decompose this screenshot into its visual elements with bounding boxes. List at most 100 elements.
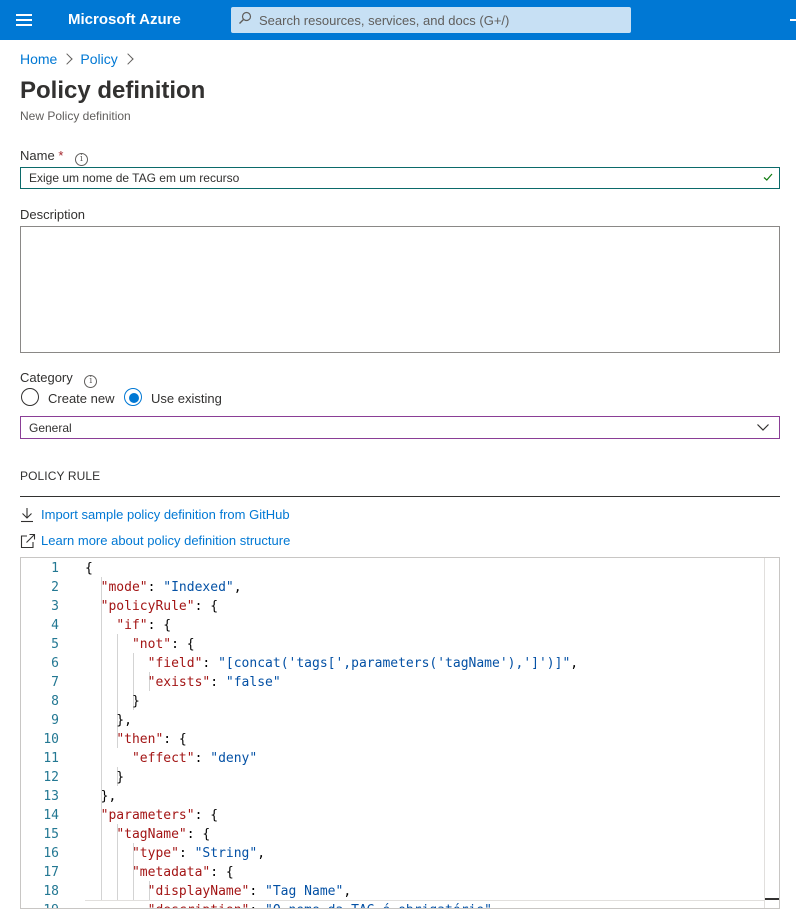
code-line[interactable]: 12 } — [21, 768, 761, 787]
learn-more-link-text[interactable]: Learn more about policy definition struc… — [41, 533, 290, 548]
brand-title[interactable]: Microsoft Azure — [68, 11, 181, 28]
breadcrumb: Home Policy — [20, 51, 141, 67]
description-label: Description — [20, 207, 86, 222]
search-input[interactable] — [259, 7, 624, 33]
radio-checked-icon[interactable] — [124, 388, 142, 406]
code-line[interactable]: 13 }, — [21, 787, 761, 806]
line-number: 15 — [43, 827, 59, 842]
code-text[interactable]: }, — [85, 711, 132, 730]
code-line[interactable]: 16 "type": "String", — [21, 844, 761, 863]
radio-create-new-label: Create new — [48, 391, 115, 406]
page-subtitle: New Policy definition — [20, 109, 131, 123]
code-line[interactable]: 3 "policyRule": { — [21, 597, 761, 616]
code-line[interactable]: 11 "effect": "deny" — [21, 749, 761, 768]
name-input[interactable] — [21, 168, 772, 188]
code-text[interactable]: "metadata": { — [85, 863, 234, 882]
code-text[interactable]: "tagName": { — [85, 825, 210, 844]
editor-horizontal-rule — [85, 900, 765, 901]
category-selected-value: General — [29, 421, 72, 435]
code-line[interactable]: 10 "then": { — [21, 730, 761, 749]
code-line[interactable]: 17 "metadata": { — [21, 863, 761, 882]
code-text[interactable]: "if": { — [85, 616, 171, 635]
editor-scrollbar[interactable] — [764, 558, 779, 908]
name-label: Name * i — [20, 148, 88, 166]
line-number: 16 — [43, 846, 59, 861]
code-text[interactable]: "type": "String", — [85, 844, 265, 863]
line-number: 8 — [51, 694, 59, 709]
line-number: 7 — [51, 675, 59, 690]
code-text[interactable]: "field": "[concat('tags[',parameters('ta… — [85, 654, 578, 673]
scrollbar-position-marker[interactable] — [765, 898, 779, 900]
code-text[interactable]: } — [85, 692, 140, 711]
chevron-right-icon — [61, 53, 74, 65]
code-line[interactable]: 8 } — [21, 692, 761, 711]
info-icon[interactable]: i — [84, 375, 98, 388]
breadcrumb-home[interactable]: Home — [20, 51, 57, 67]
code-text[interactable]: "policyRule": { — [85, 597, 218, 616]
radio-unchecked-icon[interactable] — [21, 388, 39, 406]
overflow-icon[interactable] — [790, 19, 796, 21]
info-icon[interactable]: i — [75, 153, 88, 166]
category-dropdown[interactable]: General — [20, 416, 780, 439]
chevron-down-icon — [757, 424, 769, 431]
hamburger-menu-icon[interactable] — [16, 13, 32, 27]
policy-code-editor[interactable]: 1{2 "mode": "Indexed", 3 "policyRule": {4… — [20, 557, 780, 909]
code-text[interactable]: }, — [85, 787, 117, 806]
code-line[interactable]: 9 }, — [21, 711, 761, 730]
code-text[interactable]: "effect": "deny" — [85, 749, 257, 768]
name-field[interactable] — [20, 167, 780, 189]
line-number: 14 — [43, 808, 59, 823]
import-sample-link-text[interactable]: Import sample policy definition from Git… — [41, 507, 290, 522]
code-line[interactable]: 6 "field": "[concat('tags[',parameters('… — [21, 654, 761, 673]
checkmark-icon — [763, 173, 773, 181]
chevron-right-icon — [122, 53, 134, 65]
line-number: 17 — [43, 865, 59, 880]
line-number: 13 — [43, 789, 59, 804]
line-number: 10 — [43, 732, 59, 747]
code-text[interactable]: "then": { — [85, 730, 186, 749]
line-number: 5 — [51, 637, 59, 652]
code-text[interactable]: "not": { — [85, 635, 195, 654]
code-text[interactable]: "mode": "Indexed", — [85, 578, 242, 597]
line-number: 18 — [43, 884, 59, 899]
page-title: Policy definition — [20, 77, 206, 104]
code-text[interactable]: "exists": "false" — [85, 673, 281, 692]
name-label-text: Name — [20, 148, 55, 163]
code-line[interactable]: 2 "mode": "Indexed", — [21, 578, 761, 597]
code-text[interactable]: } — [85, 768, 124, 787]
code-text[interactable]: "description": "O nome da TAG é obrigató… — [85, 901, 492, 908]
policy-rule-heading: POLICY RULE — [20, 469, 101, 483]
code-text[interactable]: { — [85, 559, 93, 578]
line-number: 19 — [21, 901, 59, 908]
download-icon — [21, 508, 33, 523]
code-text[interactable]: "parameters": { — [85, 806, 218, 825]
top-bar: Microsoft Azure — [0, 0, 796, 40]
code-text[interactable]: "displayName": "Tag Name", — [85, 882, 352, 901]
description-textarea[interactable] — [20, 226, 780, 353]
line-number: 11 — [43, 751, 59, 766]
code-line[interactable]: 14 "parameters": { — [21, 806, 761, 825]
line-number: 12 — [43, 770, 59, 785]
radio-use-existing-label: Use existing — [151, 391, 222, 406]
code-line[interactable]: 15 "tagName": { — [21, 825, 761, 844]
code-line[interactable]: 4 "if": { — [21, 616, 761, 635]
open-external-icon — [20, 533, 36, 549]
line-number: 6 — [51, 656, 59, 671]
line-number: 2 — [51, 580, 59, 595]
line-number: 3 — [51, 599, 59, 614]
breadcrumb-policy[interactable]: Policy — [80, 51, 117, 67]
line-number: 4 — [51, 618, 59, 633]
line-number: 9 — [51, 713, 59, 728]
category-label-text: Category — [20, 370, 73, 385]
global-search[interactable] — [231, 7, 631, 33]
code-line[interactable]: 5 "not": { — [21, 635, 761, 654]
section-divider — [20, 496, 780, 497]
line-number: 1 — [51, 561, 59, 576]
code-line[interactable]: 7 "exists": "false" — [21, 673, 761, 692]
search-icon — [239, 11, 252, 24]
category-label: Category i — [20, 370, 98, 388]
code-line[interactable]: 18 "displayName": "Tag Name", — [21, 882, 761, 901]
code-line[interactable]: 1{ — [21, 559, 761, 578]
code-line[interactable]: 19 "description": "O nome da TAG é obrig… — [21, 901, 761, 908]
required-marker: * — [58, 148, 64, 163]
